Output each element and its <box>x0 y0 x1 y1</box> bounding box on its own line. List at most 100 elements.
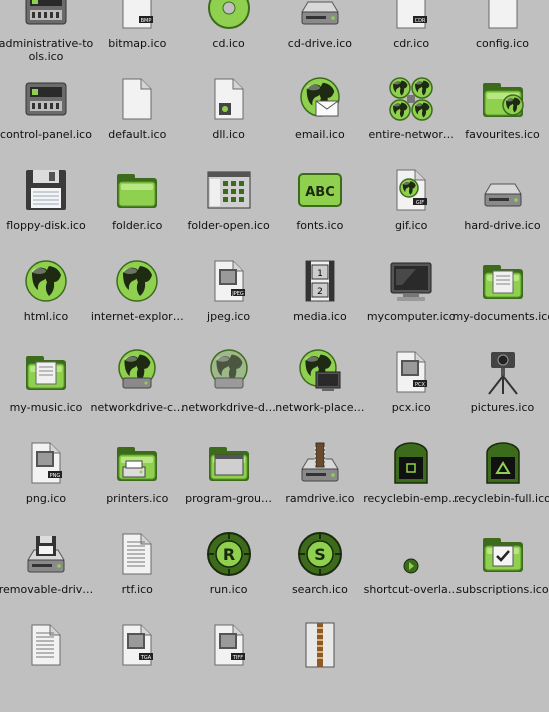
gif-icon[interactable]: GIF <box>387 166 435 214</box>
icon-grid: administrative-tools.ico BMPBMPbitmap.ic… <box>0 0 549 650</box>
icon-item[interactable] <box>0 621 92 712</box>
icon-label: pcx.ico <box>361 401 461 414</box>
floppy-disk-icon[interactable] <box>22 166 70 214</box>
shortcut-overlay-icon[interactable] <box>387 530 435 578</box>
folder-icon[interactable] <box>113 166 161 214</box>
icon-item[interactable]: networkdrive-c… <box>91 348 183 439</box>
icon-item[interactable]: PCXPCXpcx.ico <box>365 348 457 439</box>
icon-item[interactable]: BMPBMPbitmap.ico <box>91 0 183 75</box>
icon-label: bitmap.ico <box>87 37 187 50</box>
search-icon[interactable]: S <box>296 530 344 578</box>
icon-item[interactable]: floppy-disk.ico <box>0 166 92 257</box>
recyclebin-full-icon[interactable] <box>479 439 527 487</box>
pcx-icon[interactable]: PCX <box>387 348 435 396</box>
cd-drive-icon[interactable] <box>296 0 344 32</box>
networkdrive-connected-icon[interactable] <box>113 348 161 396</box>
folder-open-icon[interactable] <box>205 166 253 214</box>
networkdrive-disconnected-icon[interactable] <box>205 348 253 396</box>
removable-drive-icon[interactable] <box>22 530 70 578</box>
icon-label: rtf.ico <box>87 583 187 596</box>
icon-item[interactable]: shortcut-overla… <box>365 530 457 621</box>
icon-item[interactable]: config.ico <box>457 0 549 75</box>
icon-item[interactable]: TIFFTIFF <box>183 621 275 712</box>
icon-item[interactable]: cd.ico <box>183 0 275 75</box>
icon-item[interactable]: html.ico <box>0 257 92 348</box>
administrative-tools-icon[interactable] <box>22 0 70 32</box>
tga-icon[interactable]: TGA <box>113 621 161 669</box>
icon-item[interactable]: program-grou… <box>183 439 275 530</box>
subscriptions-icon[interactable] <box>479 530 527 578</box>
icon-item[interactable]: cd-drive.ico <box>274 0 366 75</box>
my-music-icon[interactable] <box>22 348 70 396</box>
favourites-icon[interactable] <box>479 75 527 123</box>
icon-item[interactable]: JPEGJPEGjpeg.ico <box>183 257 275 348</box>
hard-drive-icon[interactable] <box>479 166 527 214</box>
printers-icon[interactable] <box>113 439 161 487</box>
control-panel-icon[interactable] <box>22 75 70 123</box>
icon-item[interactable]: internet-explor… <box>91 257 183 348</box>
tiff-icon[interactable]: TIFF <box>205 621 253 669</box>
svg-text:JPEG: JPEG <box>231 291 244 297</box>
program-group-icon[interactable] <box>205 439 253 487</box>
icon-item[interactable]: ramdrive.ico <box>274 439 366 530</box>
svg-text:GIF: GIF <box>416 200 424 206</box>
media-icon[interactable]: 12 <box>296 257 344 305</box>
icon-item[interactable]: removable-driv… <box>0 530 92 621</box>
internet-explorer-icon[interactable] <box>113 257 161 305</box>
icon-item[interactable]: control-panel.ico <box>0 75 92 166</box>
icon-item[interactable]: favourites.ico <box>457 75 549 166</box>
icon-item[interactable]: dll.ico <box>183 75 275 166</box>
icon-item[interactable]: mycomputer.ico <box>365 257 457 348</box>
icon-item[interactable]: RRrun.ico <box>183 530 275 621</box>
icon-item[interactable]: network-place… <box>274 348 366 439</box>
icon-item[interactable]: folder-open.ico <box>183 166 275 257</box>
jpeg-icon[interactable]: JPEG <box>205 257 253 305</box>
icon-item[interactable]: PNGPNGpng.ico <box>0 439 92 530</box>
pictures-icon[interactable] <box>479 348 527 396</box>
config-icon[interactable] <box>479 0 527 32</box>
my-documents-icon[interactable] <box>479 257 527 305</box>
ramdrive-icon[interactable] <box>296 439 344 487</box>
cdr-icon[interactable]: CDR <box>387 0 435 32</box>
network-places-icon[interactable] <box>296 348 344 396</box>
icon-item[interactable]: my-music.ico <box>0 348 92 439</box>
html-icon[interactable] <box>22 257 70 305</box>
run-icon[interactable]: R <box>205 530 253 578</box>
icon-item[interactable] <box>274 621 366 712</box>
icon-item[interactable]: pictures.ico <box>457 348 549 439</box>
bitmap-icon[interactable]: BMP <box>113 0 161 32</box>
icon-item[interactable]: ABCABCfonts.ico <box>274 166 366 257</box>
rtf-icon[interactable] <box>113 530 161 578</box>
icon-item[interactable]: email.ico <box>274 75 366 166</box>
icon-item[interactable]: 12media.ico <box>274 257 366 348</box>
icon-item[interactable]: TGATGA <box>91 621 183 712</box>
cd-icon[interactable] <box>205 0 253 32</box>
email-icon[interactable] <box>296 75 344 123</box>
entire-network-icon[interactable] <box>387 75 435 123</box>
fonts-icon[interactable]: ABC <box>296 166 344 214</box>
icon-item[interactable]: CDRCDRcdr.ico <box>365 0 457 75</box>
icon-item[interactable]: entire-networ… <box>365 75 457 166</box>
icon-item[interactable]: recyclebin-full.ico <box>457 439 549 530</box>
zip-icon[interactable] <box>296 621 344 669</box>
dll-icon[interactable] <box>205 75 253 123</box>
png-icon[interactable]: PNG <box>22 439 70 487</box>
icon-item[interactable]: recyclebin-emp… <box>365 439 457 530</box>
icon-item[interactable]: my-documents.ico <box>457 257 549 348</box>
icon-item[interactable]: hard-drive.ico <box>457 166 549 257</box>
icon-item[interactable]: printers.ico <box>91 439 183 530</box>
icon-item[interactable]: subscriptions.ico <box>457 530 549 621</box>
icon-item[interactable]: folder.ico <box>91 166 183 257</box>
icon-item[interactable]: GIFGIFgif.ico <box>365 166 457 257</box>
icon-label: pictures.ico <box>453 401 549 414</box>
icon-item[interactable]: SSsearch.ico <box>274 530 366 621</box>
text-file-icon[interactable] <box>22 621 70 669</box>
mycomputer-icon[interactable] <box>387 257 435 305</box>
icon-item[interactable]: default.ico <box>91 75 183 166</box>
svg-text:2: 2 <box>317 287 323 297</box>
icon-item[interactable]: rtf.ico <box>91 530 183 621</box>
recyclebin-empty-icon[interactable] <box>387 439 435 487</box>
default-file-icon[interactable] <box>113 75 161 123</box>
icon-item[interactable]: networkdrive-d… <box>183 348 275 439</box>
icon-item[interactable]: administrative-tools.ico <box>0 0 92 75</box>
